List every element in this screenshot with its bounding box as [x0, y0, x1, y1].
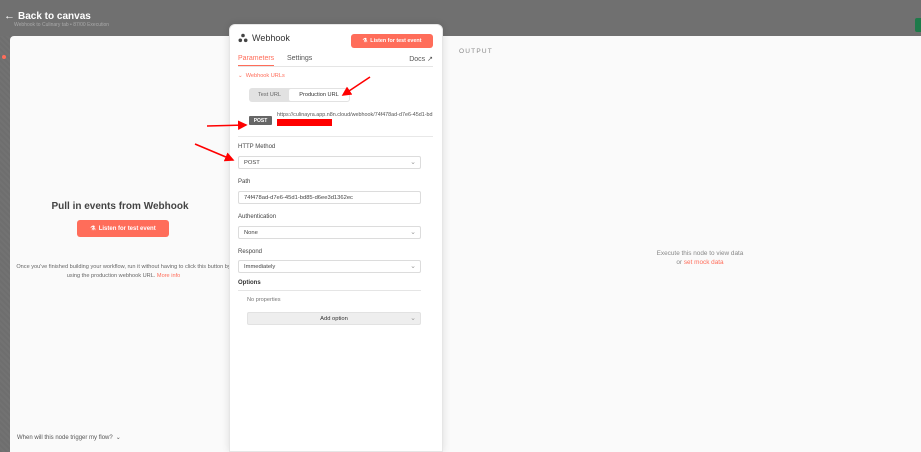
webhook-url-text: https://culinayra.app.n8n.cloud/webhook/… — [277, 112, 433, 118]
chevron-down-icon: ⌄ — [238, 73, 243, 79]
url-type-switch: Test URL Production URL — [249, 88, 350, 102]
input-pane-title: Pull in events from Webhook — [51, 201, 189, 212]
tab-parameters[interactable]: Parameters — [238, 55, 275, 66]
method-badge: POST — [249, 116, 272, 125]
flask-icon: ⚗ — [90, 226, 96, 232]
respond-value: Immediately — [244, 263, 276, 270]
http-method-select[interactable]: POST ⌄ — [238, 156, 421, 169]
canvas-node-indicator — [2, 55, 6, 59]
external-link-icon: ↗ — [427, 56, 433, 63]
set-mock-data-link[interactable]: set mock data — [684, 259, 724, 266]
mock-data-line: or set mock data — [600, 258, 800, 267]
more-info-link[interactable]: More info — [157, 273, 180, 279]
listen-test-event-button[interactable]: ⚗ Listen for test event — [77, 220, 169, 237]
listen-test-event-label: Listen for test event — [98, 225, 156, 232]
chevron-down-icon: ⌄ — [410, 229, 416, 236]
chevron-down-icon: ⌄ — [115, 435, 121, 441]
options-divider — [238, 290, 421, 291]
tab-settings[interactable]: Settings — [287, 55, 312, 66]
chevron-down-icon: ⌄ — [410, 263, 416, 270]
add-option-label: Add option — [320, 315, 348, 322]
no-properties-text: No properties — [247, 297, 281, 303]
path-value: 74f478ad-d7e6-45d1-bd85-d6ee3d1362ec — [244, 194, 353, 201]
respond-label: Respond — [238, 249, 263, 255]
panel-tabs: Parameters Settings Docs ↗ — [238, 55, 433, 67]
webhook-icon — [238, 33, 248, 43]
output-empty-state: Execute this node to view data or set mo… — [600, 249, 800, 267]
node-title[interactable]: Webhook — [252, 33, 290, 43]
production-url-option[interactable]: Production URL — [289, 89, 349, 101]
divider — [238, 136, 433, 137]
authentication-select[interactable]: None ⌄ — [238, 226, 421, 239]
test-url-option[interactable]: Test URL — [250, 89, 289, 101]
canvas-header — [0, 0, 921, 36]
webhook-url[interactable]: https://culinayra.app.n8n.cloud/webhook/… — [277, 111, 437, 127]
node-parameters-panel: Webhook ⚗ Listen for test event Paramete… — [229, 24, 443, 452]
back-to-canvas-link[interactable]: ← Back to canvas — [4, 10, 91, 22]
input-pane: Pull in events from Webhook ⚗ Listen for… — [10, 36, 230, 452]
path-label: Path — [238, 179, 251, 185]
canvas-breadcrumb: Webhook to Culinary tab • 87/00 Executio… — [14, 22, 110, 28]
node-details-view: Pull in events from Webhook ⚗ Listen for… — [10, 24, 921, 452]
back-to-canvas-label: Back to canvas — [18, 10, 91, 22]
webhook-urls-toggle[interactable]: ⌄ Webhook URLs — [238, 73, 285, 79]
help-text-body: Once you've finished building your workf… — [16, 264, 231, 279]
execute-node-text: Execute this node to view data — [656, 250, 744, 257]
chevron-down-icon: ⌄ — [410, 315, 416, 322]
canvas-corner-button[interactable] — [915, 18, 921, 32]
redaction-box — [277, 119, 332, 127]
or-text: or — [676, 259, 683, 266]
trigger-question-toggle[interactable]: When will this node trigger my flow? ⌄ — [17, 434, 121, 442]
docs-link[interactable]: Docs ↗ — [409, 55, 433, 66]
flask-icon: ⚗ — [362, 38, 368, 44]
authentication-label: Authentication — [238, 214, 277, 220]
respond-select[interactable]: Immediately ⌄ — [238, 260, 421, 273]
production-url-help: Once you've finished building your workf… — [16, 263, 231, 281]
options-label: Options — [238, 280, 261, 286]
node-header: Webhook — [238, 33, 290, 43]
trigger-question-label: When will this node trigger my flow? — [17, 434, 113, 441]
docs-label: Docs — [409, 56, 426, 63]
add-option-button[interactable]: Add option ⌄ — [247, 312, 421, 325]
path-input[interactable]: 74f478ad-d7e6-45d1-bd85-d6ee3d1362ec — [238, 191, 421, 204]
webhook-urls-title: Webhook URLs — [245, 73, 285, 79]
chevron-down-icon: ⌄ — [410, 159, 416, 166]
listen-test-event-top-label: Listen for test event — [370, 38, 422, 44]
output-pane-label: OUTPUT — [459, 48, 493, 55]
arrow-left-icon: ← — [4, 10, 15, 22]
listen-test-event-top-button[interactable]: ⚗ Listen for test event — [351, 34, 433, 48]
authentication-value: None — [244, 229, 258, 236]
http-method-label: HTTP Method — [238, 144, 276, 150]
http-method-value: POST — [244, 159, 260, 166]
